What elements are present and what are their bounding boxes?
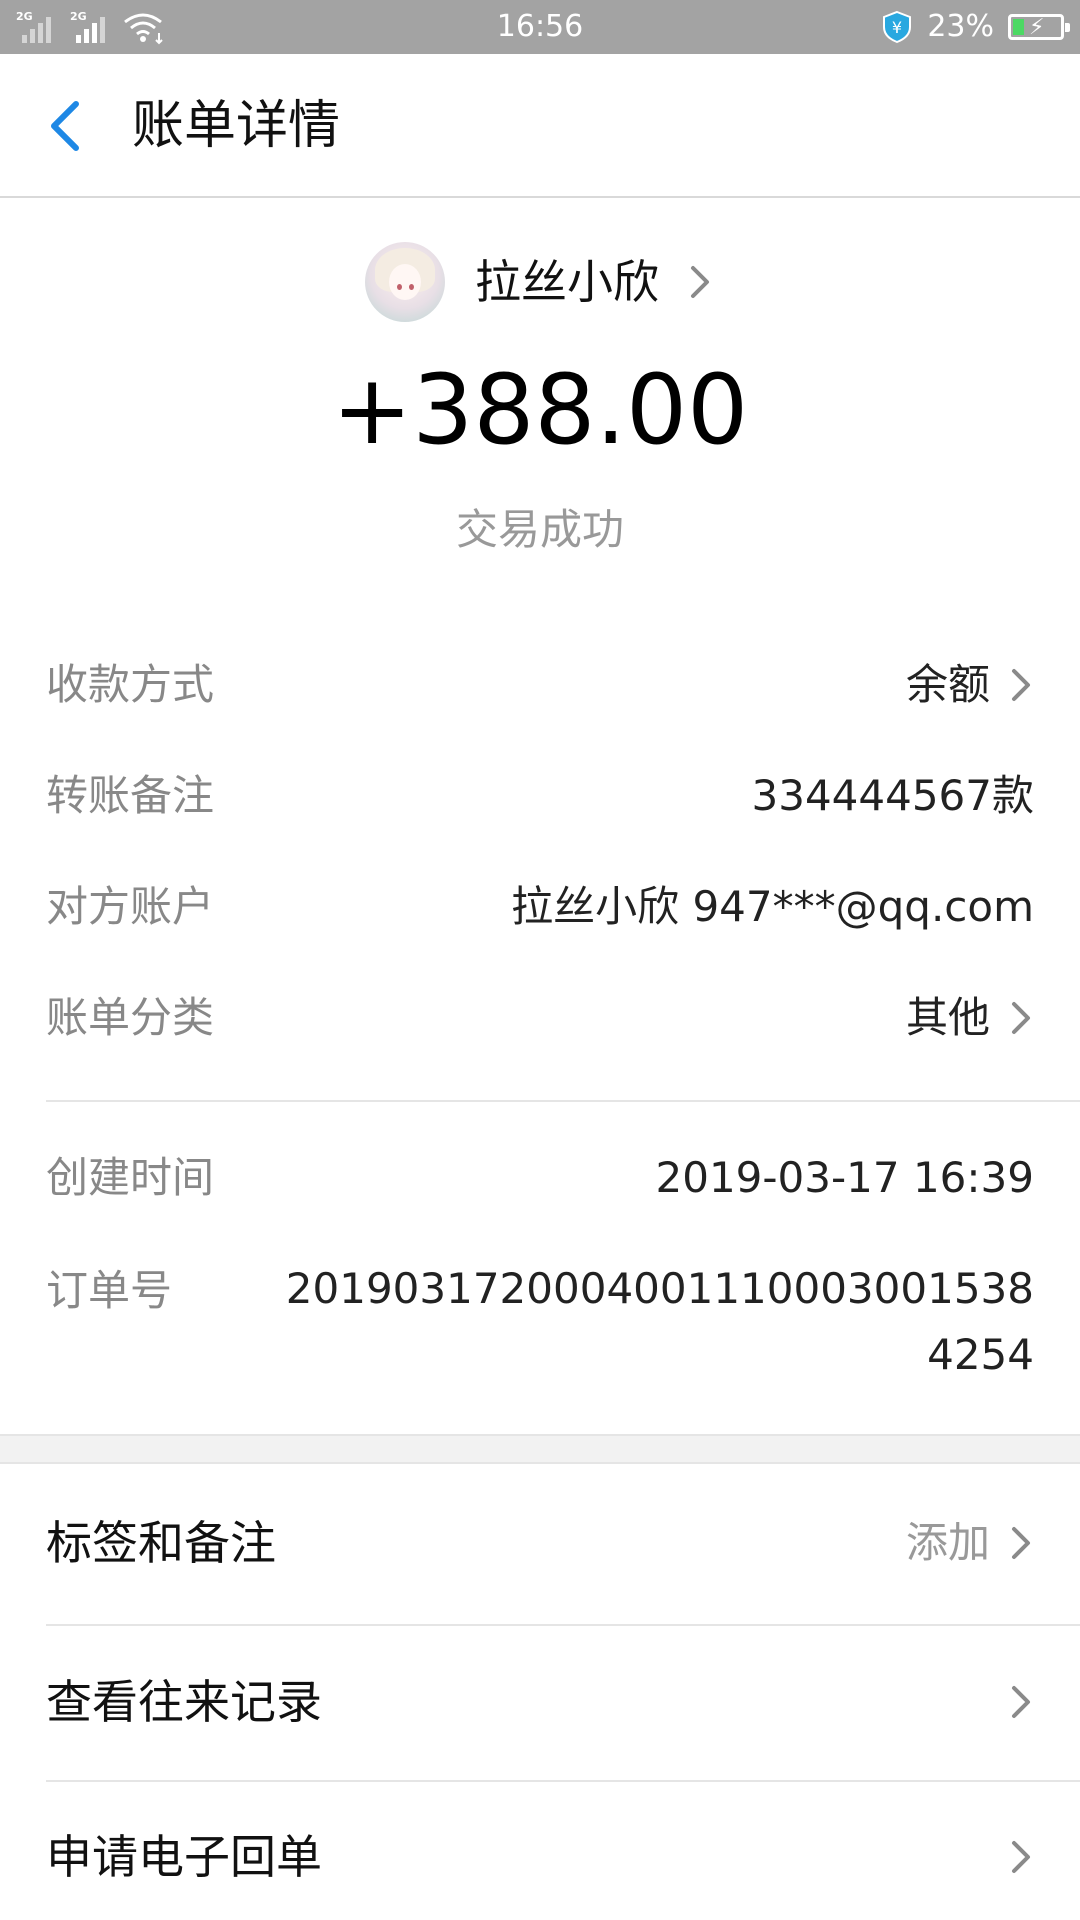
counterparty-profile[interactable]: 拉丝小欣 — [0, 240, 1080, 324]
action-label: 查看往来记录 — [46, 1675, 322, 1729]
detail-row-counterparty-account: 对方账户 拉丝小欣 947***@qq.com — [46, 872, 1034, 942]
detail-row-created-time: 创建时间 2019-03-17 16:39 — [46, 1143, 1034, 1213]
action-label: 标签和备注 — [46, 1516, 276, 1570]
chevron-right-icon — [1012, 1686, 1030, 1718]
chevron-right-icon — [1012, 1841, 1030, 1873]
detail-label: 对方账户 — [46, 882, 215, 931]
chevron-right-icon — [1012, 669, 1030, 701]
detail-label: 账单分类 — [46, 993, 215, 1042]
detail-value: 余额 — [905, 660, 990, 709]
row-divider — [46, 1780, 1080, 1782]
chevron-right-icon — [691, 266, 709, 298]
detail-value: 2019-03-17 16:39 — [655, 1153, 1034, 1202]
detail-row-bill-category[interactable]: 账单分类 其他 — [46, 983, 1034, 1053]
battery-percent: 23% — [927, 9, 994, 44]
detail-label: 订单号 — [46, 1266, 173, 1315]
counterparty-name: 拉丝小欣 — [475, 255, 659, 309]
page-title: 账单详情 — [132, 96, 341, 156]
detail-value: 334444567款 — [751, 771, 1035, 820]
back-button[interactable] — [40, 96, 96, 156]
detail-label: 创建时间 — [46, 1153, 215, 1202]
chevron-right-icon — [1012, 1002, 1030, 1034]
status-bar: 2G 2G 16:56 ¥ 23% ⚡ — [0, 0, 1080, 54]
nav-bar: 账单详情 — [0, 54, 1080, 198]
charging-icon: ⚡ — [1029, 15, 1045, 40]
order-number: 2019031720004001110003001538425​4 — [285, 1264, 1034, 1379]
section-separator — [0, 1434, 1080, 1464]
row-divider — [46, 1624, 1080, 1626]
detail-value: 拉丝小欣 947***@qq.com — [511, 882, 1034, 931]
tags-and-notes-row[interactable]: 标签和备注 添加 — [46, 1498, 1034, 1588]
status-right-icons: ¥ 23% ⚡ — [881, 9, 1070, 45]
section-divider — [46, 1100, 1080, 1102]
battery-icon: ⚡ — [1008, 14, 1070, 40]
detail-label: 转账备注 — [46, 771, 215, 820]
transaction-amount: +388.00 — [331, 354, 749, 466]
detail-row-transfer-note: 转账备注 334444567款 — [46, 761, 1034, 831]
shield-icon: ¥ — [883, 10, 912, 44]
detail-value: 其他 — [905, 993, 990, 1042]
battery-fill — [1013, 19, 1024, 35]
svg-text:¥: ¥ — [892, 18, 902, 37]
detail-label: 收款方式 — [46, 660, 215, 709]
chevron-right-icon — [1012, 1527, 1030, 1559]
avatar — [365, 242, 445, 322]
detail-row-payment-method[interactable]: 收款方式 余额 — [46, 650, 1034, 720]
add-link: 添加 — [905, 1518, 990, 1567]
transaction-status: 交易成功 — [455, 505, 624, 554]
request-receipt-row[interactable]: 申请电子回单 — [46, 1812, 1034, 1902]
action-label: 申请电子回单 — [46, 1830, 322, 1884]
chevron-left-icon — [51, 101, 79, 151]
view-history-row[interactable]: 查看往来记录 — [46, 1657, 1034, 1747]
